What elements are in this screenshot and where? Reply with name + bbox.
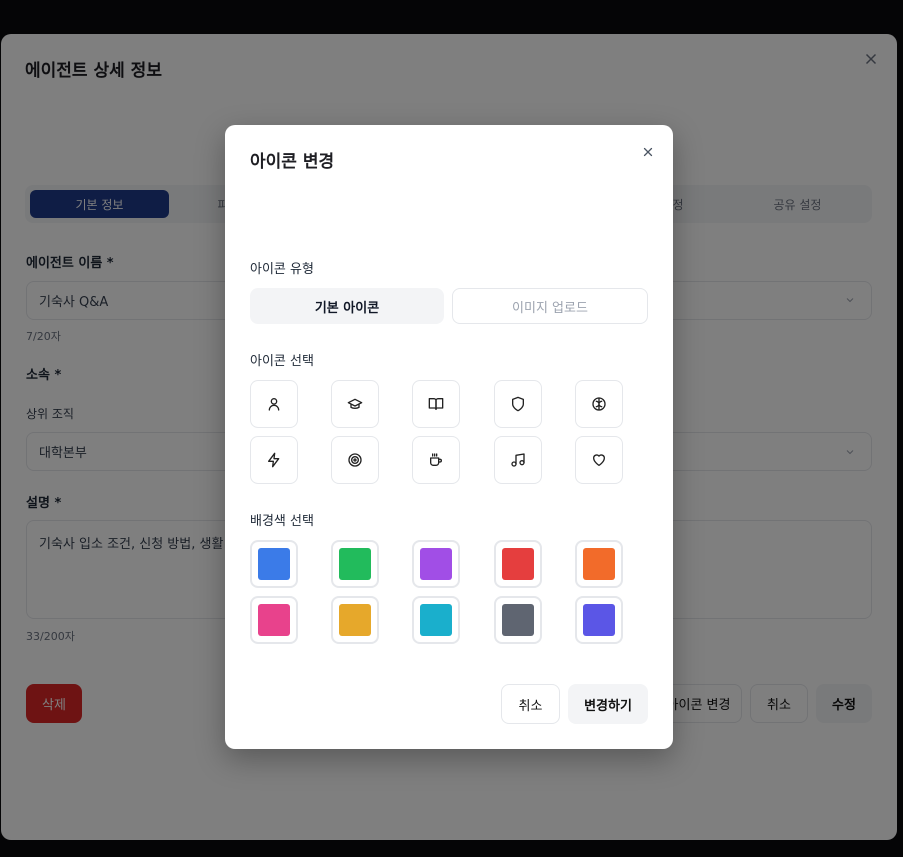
color-option-yellow[interactable] xyxy=(331,596,379,644)
modal-confirm-button[interactable]: 변경하기 xyxy=(568,684,648,724)
icon-change-modal: 아이콘 변경 아이콘 유형 기본 아이콘 이미지 업로드 아이콘 선택 배경색 … xyxy=(225,125,673,749)
color-swatch xyxy=(258,548,290,580)
modal-title: 아이콘 변경 xyxy=(250,152,335,172)
color-option-blue[interactable] xyxy=(250,540,298,588)
heart-icon xyxy=(593,454,605,466)
zap-icon xyxy=(268,452,280,468)
icon-option-music[interactable] xyxy=(494,436,542,484)
color-option-cyan[interactable] xyxy=(412,596,460,644)
book-open-icon xyxy=(428,398,444,410)
icon-option-graduation-cap[interactable] xyxy=(331,380,379,428)
close-icon xyxy=(643,147,653,157)
color-option-gray[interactable] xyxy=(494,596,542,644)
color-option-green[interactable] xyxy=(331,540,379,588)
color-option-orange[interactable] xyxy=(575,540,623,588)
shield-icon xyxy=(511,396,524,412)
color-swatch xyxy=(502,548,534,580)
brain-icon xyxy=(592,397,606,411)
color-swatch xyxy=(583,548,615,580)
icon-option-target[interactable] xyxy=(331,436,379,484)
color-option-red[interactable] xyxy=(494,540,542,588)
color-swatch xyxy=(420,548,452,580)
color-option-purple[interactable] xyxy=(412,540,460,588)
color-option-indigo[interactable] xyxy=(575,596,623,644)
color-swatch xyxy=(420,604,452,636)
icon-select-label: 아이콘 선택 xyxy=(250,354,314,369)
music-icon xyxy=(511,453,525,467)
color-swatch xyxy=(339,604,371,636)
icon-option-brain[interactable] xyxy=(575,380,623,428)
color-swatch xyxy=(502,604,534,636)
bg-color-label: 배경색 선택 xyxy=(250,514,314,529)
modal-close-button[interactable] xyxy=(638,142,658,162)
color-swatch xyxy=(583,604,615,636)
icon-option-shield[interactable] xyxy=(494,380,542,428)
icon-option-zap[interactable] xyxy=(250,436,298,484)
user-icon xyxy=(268,398,280,411)
icon-option-heart[interactable] xyxy=(575,436,623,484)
icon-option-coffee[interactable] xyxy=(412,436,460,484)
icon-type-label: 아이콘 유형 xyxy=(250,262,314,277)
icon-option-book-open[interactable] xyxy=(412,380,460,428)
coffee-icon xyxy=(430,453,442,466)
graduation-cap-icon xyxy=(347,398,363,409)
color-swatch xyxy=(258,604,290,636)
icon-option-user[interactable] xyxy=(250,380,298,428)
target-icon xyxy=(348,453,362,467)
icon-type-default-button[interactable]: 기본 아이콘 xyxy=(250,288,444,324)
color-option-pink[interactable] xyxy=(250,596,298,644)
modal-cancel-button[interactable]: 취소 xyxy=(501,684,560,724)
color-swatch xyxy=(339,548,371,580)
icon-type-upload-button[interactable]: 이미지 업로드 xyxy=(452,288,648,324)
